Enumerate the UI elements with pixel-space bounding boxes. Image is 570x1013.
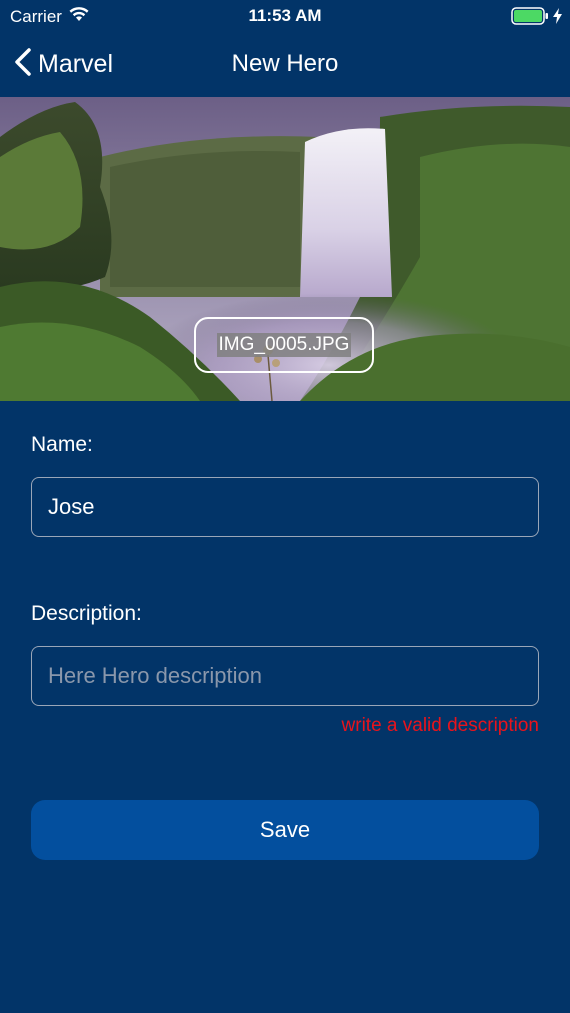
name-field[interactable]: Jose	[31, 477, 539, 537]
description-label: Description:	[31, 602, 142, 625]
page-title: New Hero	[231, 50, 339, 77]
status-time: 11:53 AM	[248, 6, 322, 25]
name-field-value: Jose	[48, 494, 95, 519]
status-bar: Carrier 11:53 AM	[0, 0, 570, 32]
image-filename-button[interactable]: IMG_0005.JPG	[194, 317, 374, 373]
description-field[interactable]: Here Hero description	[31, 646, 539, 706]
save-button-label: Save	[259, 817, 311, 842]
new-hero-screen: Carrier 11:53 AM Marvel New Hero IMG_000…	[0, 0, 570, 1013]
description-field-placeholder: Here Hero description	[48, 663, 262, 688]
charging-bolt-icon	[553, 8, 562, 29]
battery-icon	[511, 7, 549, 30]
name-label: Name:	[31, 433, 93, 456]
image-filename: IMG_0005.JPG	[216, 333, 352, 357]
navigation-bar: Marvel New Hero	[0, 32, 570, 97]
hero-image[interactable]: IMG_0005.JPG	[0, 97, 570, 401]
battery-indicator	[511, 7, 562, 30]
description-error-message: write a valid description	[341, 715, 539, 736]
save-button[interactable]: Save	[31, 800, 539, 860]
